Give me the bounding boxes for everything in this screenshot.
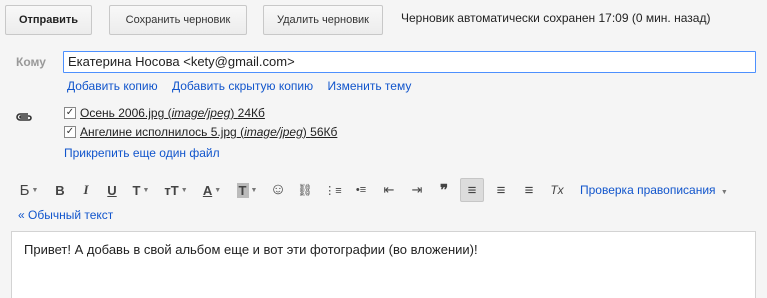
align-center-button[interactable]: ≡ (490, 178, 512, 202)
insert-link-button[interactable]: ⛓ (294, 178, 316, 202)
chevron-down-icon: ▼ (214, 186, 222, 194)
numbered-list-button[interactable]: ⋮≡ (322, 178, 344, 202)
indent-button[interactable]: ⇥ (406, 178, 428, 202)
paperclip-icon (16, 113, 32, 121)
text-color-button[interactable]: A ▼ (198, 178, 226, 202)
formatting-toolbar: Б ▼ B I U T ▼ тT ▼ A ▼ T ▼ ☺ ⛓ ⋮≡ •≡ ⇤ ⇥ ❞ ≡ … (14, 178, 728, 202)
align-center-icon: ≡ (496, 181, 506, 199)
quote-button[interactable]: ❞ (434, 178, 454, 202)
bold-icon: B (55, 182, 65, 198)
attachment-checkbox[interactable]: ✓ (64, 107, 76, 119)
attach-another-file-link[interactable]: Прикрепить еще один файл (64, 146, 220, 160)
chevron-down-icon: ▼ (250, 186, 258, 194)
align-left-icon: ≡ (467, 181, 477, 199)
attachment-item: ✓ Осень 2006.jpg (image/jpeg) 24Кб (64, 106, 265, 120)
font-face-icon: T (132, 182, 141, 198)
draft-status-text: Черновик автоматически сохранен 17:09 (0… (401, 11, 711, 25)
edit-subject-link[interactable]: Изменить тему (327, 79, 411, 93)
link-icon: ⛓ (297, 183, 313, 197)
italic-button[interactable]: I (76, 178, 96, 202)
outdent-icon: ⇤ (383, 182, 395, 197)
font-size-icon: тT (164, 182, 179, 198)
recipient-options: Добавить копию Добавить скрытую копию Из… (67, 79, 422, 93)
attachment-name: Осень 2006.jpg (80, 106, 165, 120)
indent-icon: ⇥ (411, 182, 423, 197)
add-cc-link[interactable]: Добавить копию (67, 79, 158, 93)
to-label: Кому (16, 55, 46, 69)
underline-icon: U (107, 182, 117, 198)
quote-icon: ❞ (439, 182, 449, 199)
delete-draft-button[interactable]: Удалить черновик (263, 5, 383, 35)
chevron-down-icon: ▼ (142, 186, 150, 194)
align-left-button[interactable]: ≡ (460, 178, 484, 202)
clear-formatting-icon: Tx (550, 183, 564, 197)
chevron-down-icon: ▼ (720, 189, 728, 196)
attachment-link[interactable]: Ангелине исполнилось 5.jpg (image/jpeg) … (80, 125, 337, 139)
plain-text-link[interactable]: « Обычный текст (18, 208, 113, 222)
attachment-link[interactable]: Осень 2006.jpg (image/jpeg) 24Кб (80, 106, 265, 120)
highlight-icon: T (236, 182, 249, 198)
attachment-size: 24Кб (237, 106, 265, 120)
chevron-down-icon: ▼ (180, 186, 188, 194)
spellcheck-dropdown[interactable]: Проверка правописания ▼ (580, 183, 728, 197)
message-body-text: Привет! А добавь в свой альбом еще и вот… (24, 242, 478, 257)
clear-formatting-button[interactable]: Tx (546, 178, 568, 202)
bulleted-list-button[interactable]: •≡ (350, 178, 372, 202)
emoji-icon: ☺ (269, 181, 287, 198)
font-family-icon: Б (19, 181, 30, 199)
font-size-button[interactable]: тT ▼ (160, 178, 192, 202)
attachment-type: image/jpeg (171, 106, 231, 120)
add-bcc-link[interactable]: Добавить скрытую копию (172, 79, 313, 93)
save-draft-button[interactable]: Сохранить черновик (109, 5, 247, 35)
emoji-button[interactable]: ☺ (268, 178, 288, 202)
to-input[interactable]: Екатерина Носова <kety@gmail.com> (63, 51, 756, 73)
attachment-name: Ангелине исполнилось 5.jpg (80, 125, 237, 139)
highlight-button[interactable]: T ▼ (232, 178, 262, 202)
attachment-checkbox[interactable]: ✓ (64, 126, 76, 138)
font-face-button[interactable]: T ▼ (128, 178, 154, 202)
bulleted-list-icon: •≡ (355, 184, 367, 196)
attachment-item: ✓ Ангелине исполнилось 5.jpg (image/jpeg… (64, 125, 337, 139)
underline-button[interactable]: U (102, 178, 122, 202)
italic-icon: I (83, 182, 89, 197)
align-right-button[interactable]: ≡ (518, 178, 540, 202)
spellcheck-label: Проверка правописания (580, 183, 716, 197)
bold-button[interactable]: B (50, 178, 70, 202)
send-button[interactable]: Отправить (5, 5, 92, 35)
font-family-button[interactable]: Б ▼ (14, 178, 44, 202)
text-color-icon: A (202, 182, 213, 198)
outdent-button[interactable]: ⇤ (378, 178, 400, 202)
chevron-down-icon: ▼ (31, 186, 39, 194)
message-body-editor[interactable]: Привет! А добавь в свой альбом еще и вот… (11, 231, 756, 298)
attachment-type: image/jpeg (244, 125, 303, 139)
attachment-size: 56Кб (310, 125, 338, 139)
numbered-list-icon: ⋮≡ (324, 184, 342, 197)
align-right-icon: ≡ (524, 181, 534, 199)
